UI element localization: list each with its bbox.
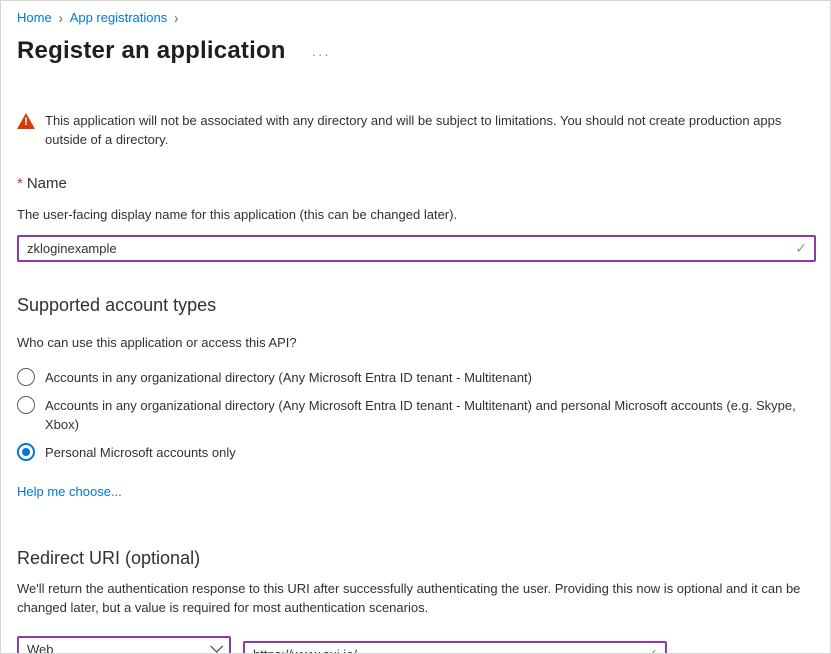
- radio-option-personal-only[interactable]: Personal Microsoft accounts only: [17, 442, 814, 462]
- warning-banner: This application will not be associated …: [17, 111, 814, 149]
- chevron-right-icon: ›: [59, 7, 63, 30]
- more-options-icon[interactable]: ···: [312, 41, 331, 62]
- chevron-down-icon: [210, 640, 223, 653]
- page-title: Register an application: [17, 35, 286, 67]
- radio-option-label: Accounts in any organizational directory…: [45, 395, 810, 434]
- redirect-uri-description: We'll return the authentication response…: [17, 579, 812, 617]
- register-application-page: Home › App registrations › Register an a…: [0, 0, 831, 654]
- warning-triangle-icon: [17, 113, 35, 129]
- radio-option-multitenant[interactable]: Accounts in any organizational directory…: [17, 367, 814, 387]
- valid-checkmark-icon: ✓: [646, 646, 658, 654]
- redirect-uri-heading: Redirect URI (optional): [17, 546, 814, 570]
- redirect-uri-input[interactable]: [243, 641, 667, 654]
- radio-unselected-icon[interactable]: [17, 368, 35, 386]
- name-field-label: *Name: [17, 174, 814, 194]
- warning-text: This application will not be associated …: [45, 111, 814, 149]
- platform-select[interactable]: Web: [17, 636, 231, 654]
- name-input-container: ✓: [17, 235, 816, 262]
- redirect-uri-input-container: ✓: [243, 641, 667, 654]
- platform-select-value: Web: [27, 642, 54, 654]
- valid-checkmark-icon: ✓: [795, 240, 807, 257]
- account-type-radio-group: Accounts in any organizational directory…: [17, 367, 814, 462]
- page-header: Register an application ···: [17, 35, 814, 67]
- breadcrumb-app-registrations-link[interactable]: App registrations: [70, 9, 168, 27]
- radio-selected-icon[interactable]: [17, 443, 35, 461]
- supported-account-types-heading: Supported account types: [17, 293, 814, 317]
- help-me-choose-link[interactable]: Help me choose...: [17, 483, 122, 501]
- required-asterisk: *: [17, 175, 23, 192]
- breadcrumb: Home › App registrations ›: [17, 9, 814, 27]
- redirect-uri-row: Web ✓: [17, 630, 814, 654]
- name-input[interactable]: [17, 235, 816, 262]
- radio-option-label: Personal Microsoft accounts only: [45, 442, 236, 462]
- radio-unselected-icon[interactable]: [17, 396, 35, 414]
- account-types-question: Who can use this application or access t…: [17, 334, 814, 352]
- chevron-right-icon: ›: [174, 7, 178, 30]
- breadcrumb-home-link[interactable]: Home: [17, 9, 52, 27]
- name-field-description: The user-facing display name for this ap…: [17, 206, 814, 224]
- radio-option-multitenant-personal[interactable]: Accounts in any organizational directory…: [17, 395, 814, 434]
- radio-option-label: Accounts in any organizational directory…: [45, 367, 532, 387]
